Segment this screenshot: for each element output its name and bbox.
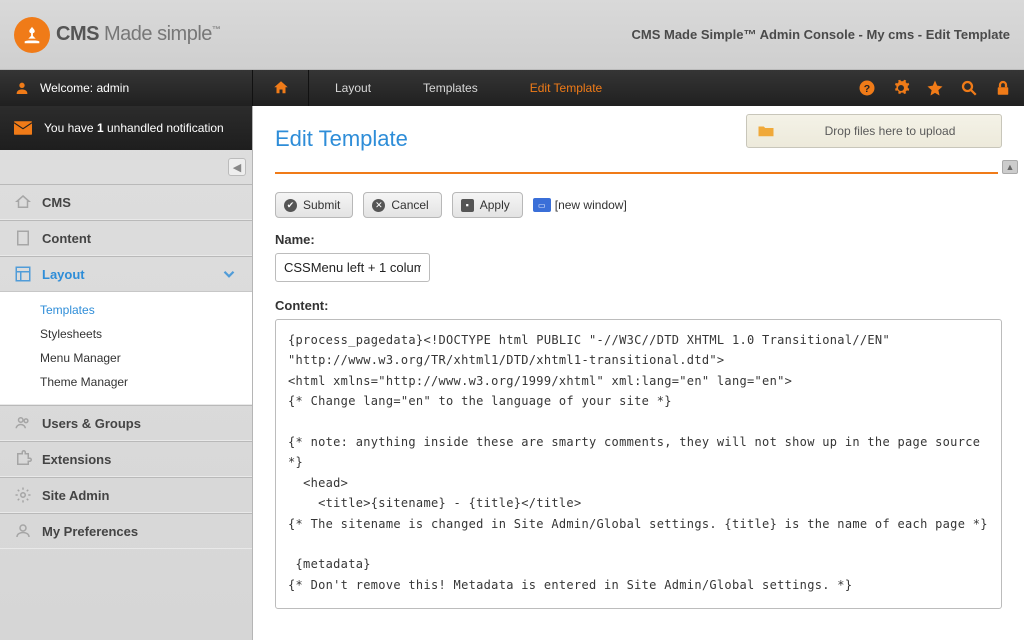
breadcrumb-edit-template[interactable]: Edit Template bbox=[504, 70, 629, 106]
notification-text: You have 1 unhandled notification bbox=[44, 121, 224, 135]
folder-icon bbox=[757, 124, 775, 138]
star-icon[interactable] bbox=[926, 79, 944, 97]
close-icon: ✕ bbox=[372, 199, 385, 212]
gear-outline-icon bbox=[14, 486, 32, 504]
dropzone-text: Drop files here to upload bbox=[789, 124, 991, 138]
check-icon: ✔ bbox=[284, 199, 297, 212]
topbar: Welcome: admin Layout Templates Edit Tem… bbox=[0, 70, 1024, 106]
user-icon bbox=[14, 80, 30, 96]
sidebar: You have 1 unhandled notification ◀ CMS … bbox=[0, 106, 253, 640]
sidebar-item-menu-manager[interactable]: Menu Manager bbox=[40, 346, 252, 370]
home-outline-icon bbox=[14, 193, 32, 211]
mail-icon bbox=[14, 121, 32, 135]
sidebar-item-site-admin[interactable]: Site Admin bbox=[0, 478, 252, 512]
sidebar-layout-children: Templates Stylesheets Menu Manager Theme… bbox=[0, 291, 252, 404]
notification-bar[interactable]: You have 1 unhandled notification bbox=[0, 106, 252, 150]
sidebar-item-stylesheets[interactable]: Stylesheets bbox=[40, 322, 252, 346]
layout-icon bbox=[14, 265, 32, 283]
users-icon bbox=[14, 414, 32, 432]
new-window-link[interactable]: ▭[new window] bbox=[533, 198, 627, 212]
header: CMS Made simple™ CMS Made Simple™ Admin … bbox=[0, 0, 1024, 70]
name-input[interactable] bbox=[275, 253, 430, 282]
breadcrumb-templates[interactable]: Templates bbox=[397, 70, 504, 106]
help-icon[interactable]: ? bbox=[858, 79, 876, 97]
content-textarea[interactable] bbox=[275, 319, 1002, 609]
page-title: Edit Template bbox=[275, 114, 408, 152]
puzzle-icon bbox=[14, 450, 32, 468]
sidebar-item-content[interactable]: Content bbox=[0, 221, 252, 255]
logo-icon bbox=[14, 17, 50, 53]
welcome-text: Welcome: admin bbox=[40, 81, 129, 95]
content-label: Content: bbox=[275, 298, 1002, 313]
chevron-down-icon bbox=[220, 265, 238, 283]
user-outline-icon bbox=[14, 522, 32, 540]
home-button[interactable] bbox=[253, 70, 309, 106]
separator-row: ▲ bbox=[253, 162, 1024, 174]
topbar-actions: ? bbox=[858, 70, 1024, 106]
welcome-box: Welcome: admin bbox=[0, 70, 253, 106]
sidebar-item-cms[interactable]: CMS bbox=[0, 185, 252, 219]
collapse-sidebar-button[interactable]: ◀ bbox=[228, 158, 246, 176]
window-icon: ▭ bbox=[533, 198, 551, 212]
sidebar-item-templates[interactable]: Templates bbox=[40, 298, 252, 322]
document-icon bbox=[14, 229, 32, 247]
name-label: Name: bbox=[275, 232, 1002, 247]
collapse-panel-button[interactable]: ▲ bbox=[1002, 160, 1018, 174]
save-icon: ▪ bbox=[461, 199, 474, 212]
lock-icon[interactable] bbox=[994, 79, 1012, 97]
search-icon[interactable] bbox=[960, 79, 978, 97]
button-row: ✔Submit ✕Cancel ▪Apply ▭[new window] bbox=[275, 192, 1002, 218]
logo-text: CMS Made simple™ bbox=[56, 23, 220, 46]
svg-text:?: ? bbox=[864, 83, 870, 95]
cancel-button[interactable]: ✕Cancel bbox=[363, 192, 441, 218]
home-icon bbox=[272, 79, 290, 97]
sidebar-item-theme-manager[interactable]: Theme Manager bbox=[40, 370, 252, 394]
sidebar-collapse-row: ◀ bbox=[0, 150, 252, 184]
sidebar-item-extensions[interactable]: Extensions bbox=[0, 442, 252, 476]
sidebar-item-users-groups[interactable]: Users & Groups bbox=[0, 406, 252, 440]
main-content: Edit Template Drop files here to upload … bbox=[253, 106, 1024, 640]
sidebar-item-my-preferences[interactable]: My Preferences bbox=[0, 514, 252, 548]
file-dropzone[interactable]: Drop files here to upload bbox=[746, 114, 1002, 148]
breadcrumb-layout[interactable]: Layout bbox=[309, 70, 397, 106]
gear-icon[interactable] bbox=[892, 79, 910, 97]
submit-button[interactable]: ✔Submit bbox=[275, 192, 353, 218]
apply-button[interactable]: ▪Apply bbox=[452, 192, 523, 218]
breadcrumb-title: CMS Made Simple™ Admin Console - My cms … bbox=[632, 27, 1011, 42]
logo[interactable]: CMS Made simple™ bbox=[14, 17, 220, 53]
sidebar-item-layout[interactable]: Layout bbox=[0, 257, 252, 291]
